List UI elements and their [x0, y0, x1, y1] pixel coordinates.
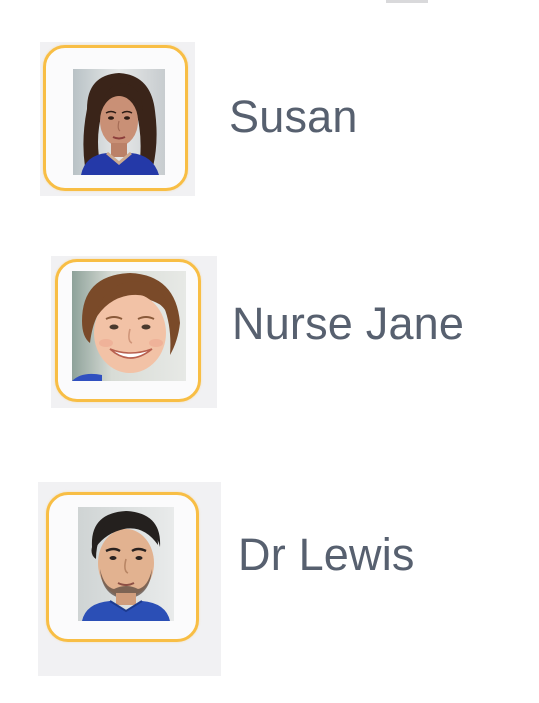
contact-name[interactable]: Dr Lewis — [238, 532, 415, 577]
dr-lewis-avatar-photo[interactable] — [78, 507, 174, 621]
contact-dr-lewis[interactable]: Dr Lewis — [0, 0, 539, 703]
